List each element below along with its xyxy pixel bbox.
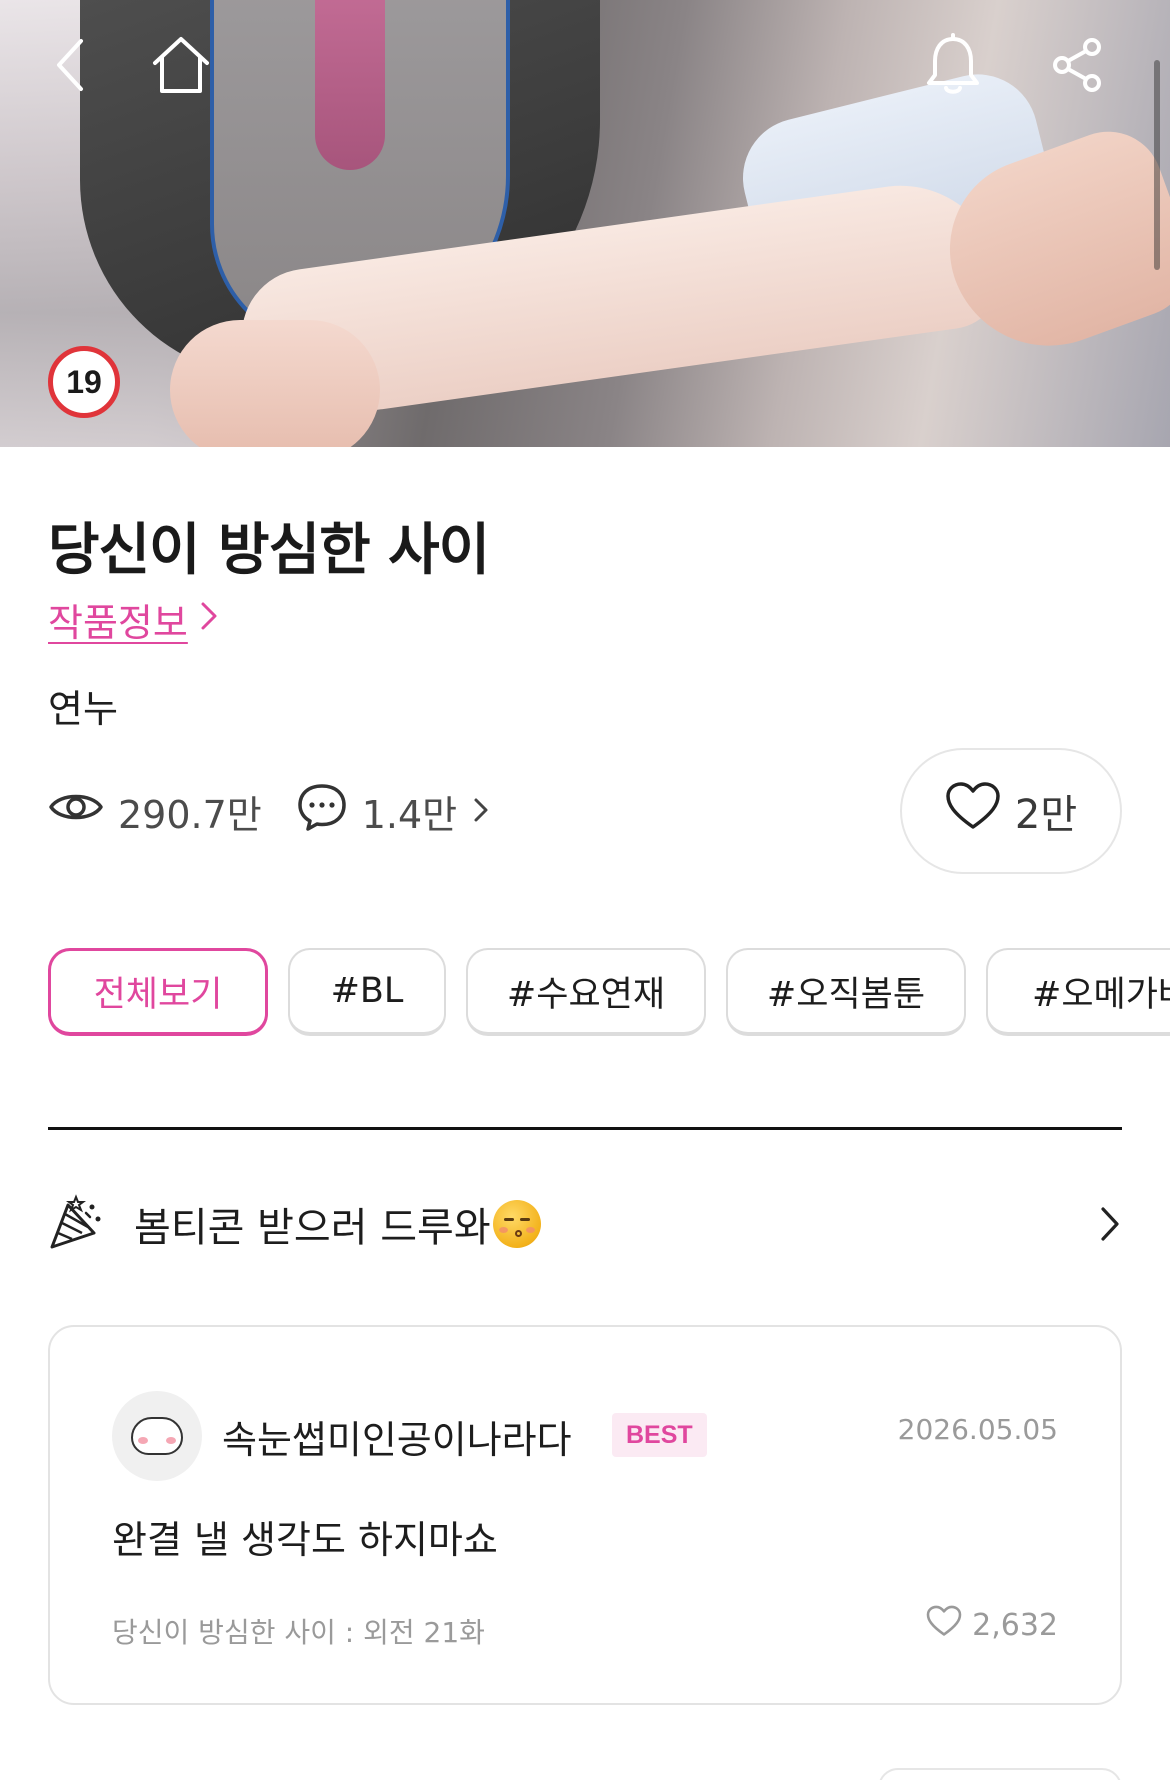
bunny-face-icon — [131, 1417, 183, 1455]
chevron-left-icon — [51, 35, 91, 95]
views-count: 290.7만 — [118, 793, 262, 837]
comment-bubble-icon — [296, 782, 348, 841]
cover-image: 19 — [0, 0, 1170, 447]
share-button[interactable] — [1043, 30, 1113, 100]
comments-count: 1.4만 — [361, 793, 458, 837]
home-button[interactable] — [146, 30, 216, 100]
comment-like-count: 2,632 — [972, 1607, 1058, 1643]
notification-button[interactable] — [918, 30, 988, 100]
event-label: 봄티콘 받으러 드루와 — [134, 1205, 491, 1251]
tag-chip[interactable]: #오메가버 — [986, 948, 1170, 1036]
comment-text: 완결 낼 생각도 하지마쇼 — [112, 1518, 498, 1562]
share-icon — [1050, 35, 1106, 95]
chevron-right-icon — [471, 790, 491, 834]
tag-chips: 전체보기 #BL #수요연재 #오직봄툰 #오메가버 — [48, 948, 1170, 1036]
avatar[interactable] — [112, 1391, 202, 1481]
section-divider — [48, 1127, 1122, 1130]
author-name[interactable]: 연누 — [48, 678, 118, 733]
home-icon — [149, 33, 213, 97]
work-info-label: 작품정보 — [48, 601, 188, 645]
comment-nickname: 속눈썹미인공이나라다 — [222, 1418, 572, 1462]
bell-icon — [923, 33, 983, 97]
eye-icon — [48, 787, 104, 836]
tag-chip[interactable]: #오직봄툰 — [726, 948, 966, 1036]
event-banner[interactable]: 봄티콘 받으러 드루와 — [48, 1190, 1122, 1258]
comment-episode: 당신이 방심한 사이 : 외전 21화 — [112, 1616, 485, 1649]
back-button[interactable] — [36, 30, 106, 100]
kissing-face-emoji-icon — [492, 1200, 541, 1248]
heart-icon — [926, 1605, 962, 1645]
heart-icon — [945, 781, 1001, 841]
comment-like-button[interactable]: 2,632 — [926, 1605, 1058, 1645]
stats-row: 290.7만 1.4만 — [48, 782, 525, 841]
scrollbar[interactable] — [1154, 60, 1160, 270]
chevron-right-icon — [198, 598, 220, 642]
views-stat: 290.7만 — [48, 784, 262, 839]
work-title: 당신이 방심한 사이 — [48, 518, 490, 583]
chevron-right-icon — [1098, 1204, 1122, 1248]
next-card-edge — [878, 1768, 1122, 1780]
tag-chip-all[interactable]: 전체보기 — [48, 948, 268, 1036]
like-button[interactable]: 2만 — [900, 748, 1122, 874]
age-rating-badge: 19 — [48, 346, 120, 418]
like-count: 2만 — [1014, 792, 1078, 838]
best-comment-card[interactable]: 속눈썹미인공이나라다 BEST 2026.05.05 완결 낼 생각도 하지마쇼… — [48, 1325, 1122, 1705]
comment-date: 2026.05.05 — [897, 1413, 1058, 1446]
comments-stat[interactable]: 1.4만 — [296, 782, 491, 841]
tag-chip[interactable]: #수요연재 — [466, 948, 706, 1036]
tag-chip[interactable]: #BL — [288, 948, 446, 1036]
party-popper-icon — [48, 1193, 106, 1255]
work-info-link[interactable]: 작품정보 — [48, 592, 220, 647]
best-badge: BEST — [612, 1413, 707, 1457]
